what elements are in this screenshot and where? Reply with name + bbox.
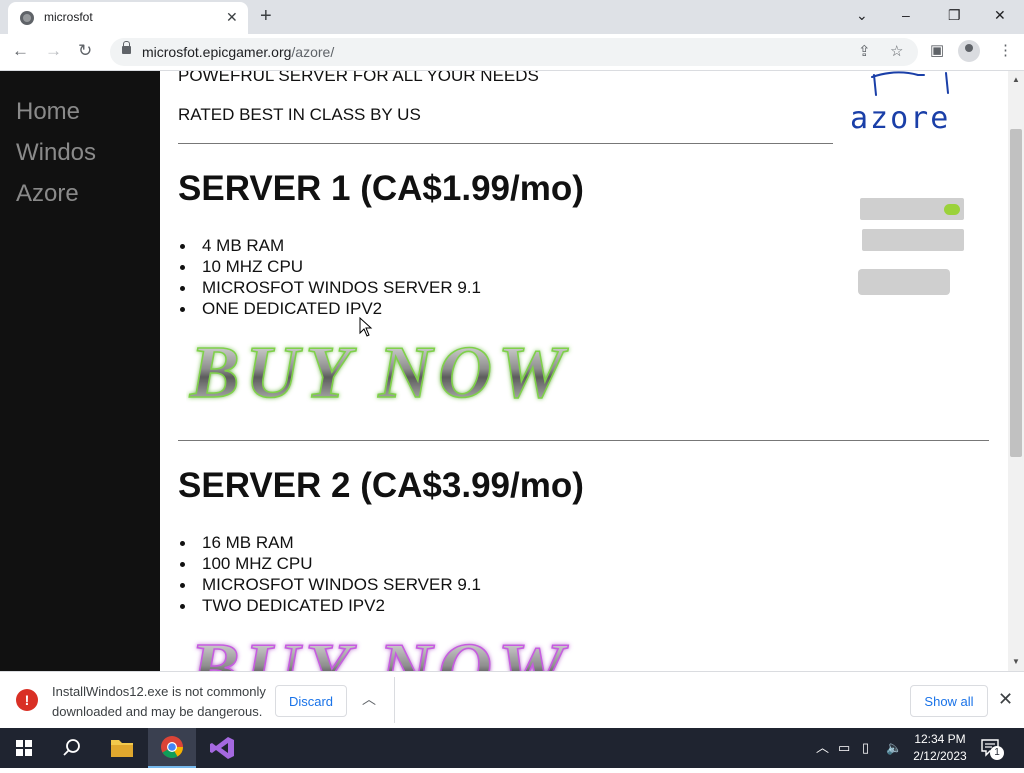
scroll-up-icon[interactable]: ▲ [1012, 76, 1020, 84]
server-1-title: SERVER 1 (CA$1.99/mo) [178, 169, 584, 208]
svg-text:azore: azore [850, 101, 950, 136]
server-1-features: 4 MB RAM 10 MHZ CPU MICROSFOT WINDOS SER… [178, 235, 481, 319]
list-item: ONE DEDICATED IPV2 [178, 298, 481, 319]
scroll-down-icon[interactable]: ▼ [1012, 658, 1020, 666]
scrollbar-thumb[interactable] [1010, 129, 1022, 457]
globe-icon [20, 11, 34, 25]
rating-text: RATED BEST IN CLASS BY US [178, 105, 421, 124]
lock-icon[interactable] [122, 41, 131, 54]
list-item: MICROSFOT WINDOS SERVER 9.1 [178, 277, 481, 298]
show-all-button[interactable]: Show all [910, 685, 988, 717]
download-warning-line: InstallWindos12.exe is not commonly [52, 684, 266, 699]
search-button[interactable] [48, 728, 96, 768]
discard-button[interactable]: Discard [275, 685, 347, 717]
list-item: 16 MB RAM [178, 532, 481, 553]
list-item: 4 MB RAM [178, 235, 481, 256]
placeholder-bar [862, 229, 964, 251]
azore-logo: azore [850, 71, 950, 136]
server-2-features: 16 MB RAM 100 MHZ CPU MICROSFOT WINDOS S… [178, 532, 481, 616]
taskbar-chrome[interactable] [148, 728, 196, 768]
profile-avatar-icon[interactable] [958, 40, 980, 62]
svg-text:BUY NOW: BUY NOW [189, 332, 570, 413]
close-download-bar-icon[interactable]: ✕ [998, 688, 1013, 710]
list-item: MICROSFOT WINDOS SERVER 9.1 [178, 574, 481, 595]
device-icon[interactable]: ▭ [838, 739, 850, 757]
page-viewport: Home Windos Azore POWEFRUL SERVER FOR AL… [0, 71, 1024, 671]
close-tab-icon[interactable]: ✕ [226, 9, 238, 25]
list-item: TWO DEDICATED IPV2 [178, 595, 481, 616]
network-icon[interactable]: ▯ [862, 739, 869, 757]
tab-strip: microsfot ✕ + ⌄ – ❐ ✕ [0, 0, 1024, 34]
address-bar[interactable]: microsfot.epicgamer.org/azore/ ⇪ ☆ [110, 38, 918, 66]
clock-date: 2/12/2023 [913, 749, 967, 763]
visual-studio-icon [210, 737, 234, 759]
chrome-icon [161, 736, 183, 758]
list-item: 100 MHZ CPU [178, 553, 481, 574]
download-warning-message: InstallWindos12.exe is not commonly down… [52, 682, 282, 722]
taskbar-visual-studio[interactable] [198, 728, 246, 768]
download-bar: ! InstallWindos12.exe is not commonly do… [0, 671, 1024, 728]
buy-now-button[interactable]: BUY NOW [186, 329, 576, 413]
bookmark-star-icon[interactable]: ☆ [890, 43, 903, 61]
buy-now-button[interactable]: BUY NOW [186, 626, 576, 671]
minimize-icon[interactable]: – [902, 6, 910, 24]
window-close-icon[interactable]: ✕ [994, 6, 1006, 24]
warning-icon: ! [16, 689, 38, 711]
sidebar-item-home[interactable]: Home [16, 98, 80, 126]
url-text[interactable]: microsfot.epicgamer.org/azore/ [142, 44, 334, 60]
forward-icon[interactable]: → [45, 41, 62, 61]
tab-title: microsfot [44, 10, 93, 24]
divider [394, 677, 395, 723]
new-tab-icon[interactable]: + [260, 6, 272, 26]
browser-toolbar: ← → ↻ microsfot.epicgamer.org/azore/ ⇪ ☆… [0, 34, 1024, 71]
reload-icon[interactable]: ↻ [78, 41, 92, 61]
tab-search-icon[interactable]: ⌄ [856, 6, 868, 24]
side-panel-icon[interactable]: ▣ [930, 42, 944, 60]
sidebar-item-azore[interactable]: Azore [16, 180, 79, 208]
placeholder-bar [858, 269, 950, 295]
restore-icon[interactable]: ❐ [948, 6, 961, 24]
notification-badge: 1 [990, 746, 1004, 760]
clock-time: 12:34 PM [914, 732, 966, 746]
server-2-title: SERVER 2 (CA$3.99/mo) [178, 466, 584, 505]
search-icon [63, 739, 80, 756]
download-warning-line: downloaded and may be dangerous. [52, 704, 263, 719]
taskbar: ︿ ▭ ▯ 🔈 12:34 PM 2/12/2023 1 [0, 728, 1024, 768]
folder-icon [111, 740, 133, 757]
show-hidden-icons-icon[interactable]: ︿ [816, 739, 829, 757]
start-button[interactable] [0, 728, 48, 768]
chevron-up-icon[interactable]: ︿ [362, 689, 376, 709]
mouse-cursor-icon [359, 317, 373, 337]
divider [178, 143, 833, 144]
list-item: 10 MHZ CPU [178, 256, 481, 277]
tagline: POWEFRUL SERVER FOR ALL YOUR NEEDS [178, 71, 539, 85]
back-icon[interactable]: ← [12, 41, 29, 61]
sidebar: Home Windos Azore [0, 71, 160, 671]
windows-logo-icon [16, 740, 32, 756]
volume-icon[interactable]: 🔈 [886, 739, 902, 757]
taskbar-file-explorer[interactable] [98, 728, 146, 768]
divider [178, 440, 989, 441]
svg-text:BUY NOW: BUY NOW [189, 629, 570, 671]
green-blob-icon [944, 204, 960, 215]
notification-center[interactable]: 1 [980, 738, 1004, 760]
share-icon[interactable]: ⇪ [858, 43, 871, 61]
browser-tab[interactable]: microsfot ✕ [8, 2, 248, 34]
system-clock[interactable]: 12:34 PM 2/12/2023 [912, 731, 968, 765]
menu-kebab-icon[interactable]: ⋮ [998, 42, 1013, 60]
sidebar-item-windos[interactable]: Windos [16, 139, 96, 167]
page-scrollbar[interactable]: ▲ ▼ [1008, 71, 1024, 671]
